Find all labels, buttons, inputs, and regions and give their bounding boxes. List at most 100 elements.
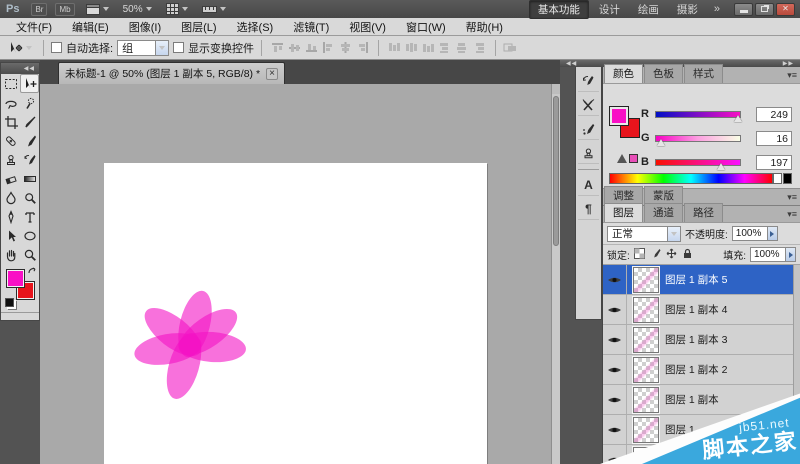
zoom-level-button[interactable]: 50% xyxy=(123,4,152,15)
blue-slider-handle[interactable] xyxy=(717,163,725,170)
layer-thumbnail[interactable] xyxy=(633,447,659,464)
dock-collapse-button[interactable]: ◀◀ xyxy=(566,60,577,67)
opacity-field[interactable]: 100% xyxy=(732,226,778,241)
visibility-toggle[interactable] xyxy=(603,385,627,414)
visibility-toggle[interactable] xyxy=(603,265,627,294)
blue-value-field[interactable]: 197 xyxy=(756,155,792,170)
menu-help[interactable]: 帮助(H) xyxy=(456,19,513,35)
green-slider-track[interactable] xyxy=(655,135,741,142)
layer-name[interactable]: 图层 1 副本 4 xyxy=(665,302,727,317)
workspace-photography-button[interactable]: 摄影 xyxy=(669,1,706,18)
paragraph-panel-icon[interactable]: ¶ xyxy=(578,199,599,220)
blue-slider-track[interactable] xyxy=(655,159,741,166)
swap-colors-icon[interactable] xyxy=(27,266,37,279)
panel-menu-icon[interactable]: ▾≡ xyxy=(787,209,797,220)
panel-menu-icon[interactable]: ▾≡ xyxy=(787,192,797,203)
visibility-toggle[interactable] xyxy=(603,295,627,324)
align-bottom-edges-icon[interactable] xyxy=(305,42,318,53)
move-tool[interactable] xyxy=(20,74,39,93)
red-slider-track[interactable] xyxy=(655,111,741,118)
tab-layers[interactable]: 图层 xyxy=(604,203,643,222)
blur-tool[interactable] xyxy=(1,188,20,207)
history-brush-tool[interactable] xyxy=(20,150,39,169)
eraser-tool[interactable] xyxy=(1,169,20,188)
spectrum-white-swatch[interactable] xyxy=(773,173,782,184)
distribute-bottom-edges-icon[interactable] xyxy=(422,42,435,53)
layer-thumbnail[interactable] xyxy=(633,297,659,323)
tool-presets-panel-icon[interactable] xyxy=(578,95,599,116)
layer-name[interactable]: 图层 1 副本 2 xyxy=(665,362,727,377)
clone-source-panel-icon[interactable] xyxy=(578,143,599,164)
spot-healing-brush-tool[interactable] xyxy=(1,131,20,150)
layer-name[interactable]: 图层 1 xyxy=(665,422,695,437)
distribute-left-edges-icon[interactable] xyxy=(439,42,452,53)
align-left-edges-icon[interactable] xyxy=(322,42,335,53)
workspace-design-button[interactable]: 设计 xyxy=(591,1,628,18)
layer-name[interactable]: 图层 1 副本 3 xyxy=(665,332,727,347)
default-colors-icon[interactable] xyxy=(5,298,14,307)
scrollbar-thumb[interactable] xyxy=(553,96,559,246)
vertical-scrollbar[interactable] xyxy=(551,84,560,464)
history-panel-icon[interactable] xyxy=(578,71,599,92)
move-tool-preset[interactable] xyxy=(4,41,36,55)
menu-view[interactable]: 视图(V) xyxy=(339,19,396,35)
auto-align-layers-icon[interactable] xyxy=(503,42,517,53)
visibility-toggle[interactable] xyxy=(603,445,627,464)
menu-select[interactable]: 选择(S) xyxy=(227,19,284,35)
layer-thumbnail[interactable] xyxy=(633,357,659,383)
fill-field[interactable]: 100% xyxy=(750,247,796,262)
menu-window[interactable]: 窗口(W) xyxy=(396,19,456,35)
distribute-vertical-centers-icon[interactable] xyxy=(405,42,418,53)
dropdown-button[interactable] xyxy=(667,227,680,241)
layer-name[interactable]: 图层 1 副本 xyxy=(665,392,719,407)
lock-transparency-icon[interactable] xyxy=(634,248,645,262)
layer-row[interactable]: 图层 1 副本 2 xyxy=(603,355,800,385)
foreground-color-swatch[interactable] xyxy=(6,269,25,288)
workspace-painting-button[interactable]: 绘画 xyxy=(630,1,667,18)
menu-edit[interactable]: 编辑(E) xyxy=(62,19,119,35)
layer-thumbnail[interactable] xyxy=(633,267,659,293)
tab-paths[interactable]: 路径 xyxy=(684,203,723,222)
tab-channels[interactable]: 通道 xyxy=(644,203,683,222)
blend-mode-dropdown[interactable]: 正常 xyxy=(607,226,681,242)
lock-position-icon[interactable] xyxy=(666,248,677,262)
align-right-edges-icon[interactable] xyxy=(356,42,369,53)
canvas-area[interactable] xyxy=(40,84,560,464)
layer-row[interactable]: 图层 1 副本 xyxy=(603,385,800,415)
align-vertical-centers-icon[interactable] xyxy=(288,42,301,53)
visibility-toggle[interactable] xyxy=(603,415,627,444)
scroll-up-arrow[interactable] xyxy=(552,84,560,94)
menu-image[interactable]: 图像(I) xyxy=(119,19,171,35)
eyedropper-tool[interactable] xyxy=(20,112,39,131)
panel-menu-icon[interactable]: ▾≡ xyxy=(787,70,797,81)
green-value-field[interactable]: 16 xyxy=(756,131,792,146)
path-selection-tool[interactable] xyxy=(1,226,20,245)
lasso-tool[interactable] xyxy=(1,93,20,112)
layer-name[interactable]: 图层 1 副本 5 xyxy=(665,272,727,287)
workspace-essentials-button[interactable]: 基本功能 xyxy=(529,0,589,19)
bridge-button[interactable]: Br xyxy=(31,3,47,16)
clone-stamp-tool[interactable] xyxy=(1,150,20,169)
opacity-slider-button[interactable] xyxy=(767,227,777,240)
brush-panel-icon[interactable] xyxy=(578,119,599,140)
lock-all-icon[interactable] xyxy=(682,248,693,262)
green-slider-handle[interactable] xyxy=(657,139,665,146)
show-transform-checkbox[interactable] xyxy=(173,42,184,53)
tab-color[interactable]: 颜色 xyxy=(604,64,643,83)
align-horizontal-centers-icon[interactable] xyxy=(339,42,352,53)
zoom-tool[interactable] xyxy=(20,245,39,264)
auto-select-checkbox[interactable] xyxy=(51,42,62,53)
layer-thumbnail[interactable] xyxy=(633,327,659,353)
rectangular-marquee-tool[interactable] xyxy=(1,74,20,93)
layer-row[interactable]: 图层 1 副本 3 xyxy=(603,325,800,355)
document-tab-close-icon[interactable]: × xyxy=(266,68,278,80)
gradient-tool[interactable] xyxy=(20,169,39,188)
layer-row[interactable]: 背景 xyxy=(603,445,800,464)
layer-row[interactable]: 图层 1 xyxy=(603,415,800,445)
dodge-tool[interactable] xyxy=(20,188,39,207)
layer-row[interactable]: 图层 1 副本 5 xyxy=(603,265,800,295)
document-tab[interactable]: 未标题-1 @ 50% (图层 1 副本 5, RGB/8) * × xyxy=(58,62,285,84)
toolbar-collapse-button[interactable]: ◀◀ xyxy=(1,63,39,74)
restore-button[interactable] xyxy=(755,3,774,16)
distribute-top-edges-icon[interactable] xyxy=(388,42,401,53)
